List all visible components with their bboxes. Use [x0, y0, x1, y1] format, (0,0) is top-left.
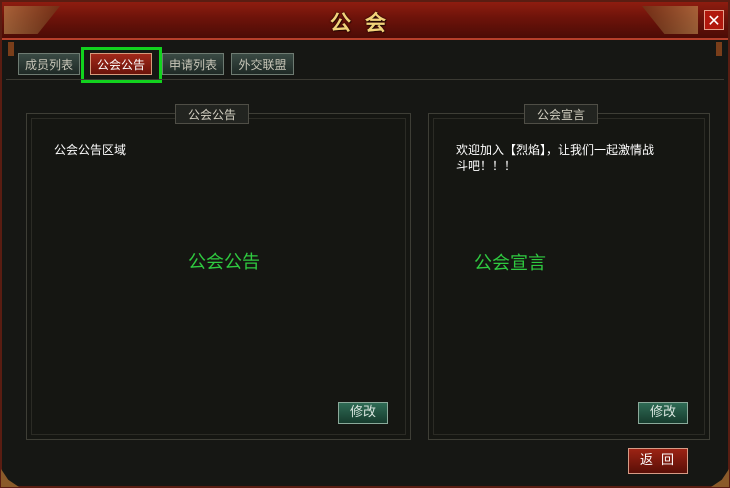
- notice-panel-title: 公会公告: [175, 104, 250, 124]
- declaration-content-line2: 斗吧！！！: [456, 159, 517, 173]
- title-bar: 公会 ✕: [2, 2, 728, 40]
- notice-panel: 公会公告 公会公告区域 公会公告 修改: [26, 104, 411, 440]
- tab-divider: [6, 79, 724, 80]
- declaration-panel-title: 公会宣言: [524, 104, 599, 124]
- declaration-watermark: 公会宣言: [474, 253, 546, 274]
- declaration-panel: 公会宣言 欢迎加入【烈焰】，让我们一起激情战 斗吧！！！ 公会宣言 修改: [428, 104, 710, 440]
- notice-panel-frame: [31, 118, 406, 435]
- notice-watermark: 公会公告: [188, 252, 260, 273]
- side-ornament-left: [8, 42, 14, 56]
- corner-ornament-bottom-left: [1, 469, 19, 487]
- tab-member-list[interactable]: 成员列表: [18, 53, 80, 75]
- active-tab-highlight: [81, 47, 162, 83]
- side-ornament-right: [716, 42, 722, 56]
- window-title: 公会: [330, 11, 400, 35]
- notice-content: 公会公告区域: [54, 143, 127, 157]
- close-icon[interactable]: ✕: [704, 10, 724, 30]
- guild-window: 公会 ✕ 成员列表 公会公告 申请列表 外交联盟 公会公告 公会公告区域 公会公…: [0, 0, 730, 488]
- tab-application-list[interactable]: 申请列表: [162, 53, 224, 75]
- tab-diplomacy-alliance[interactable]: 外交联盟: [231, 53, 294, 75]
- edit-declaration-button[interactable]: 修改: [638, 402, 688, 424]
- edit-notice-button[interactable]: 修改: [338, 402, 388, 424]
- corner-ornament-bottom-right: [711, 469, 729, 487]
- back-button[interactable]: 返回: [628, 448, 688, 474]
